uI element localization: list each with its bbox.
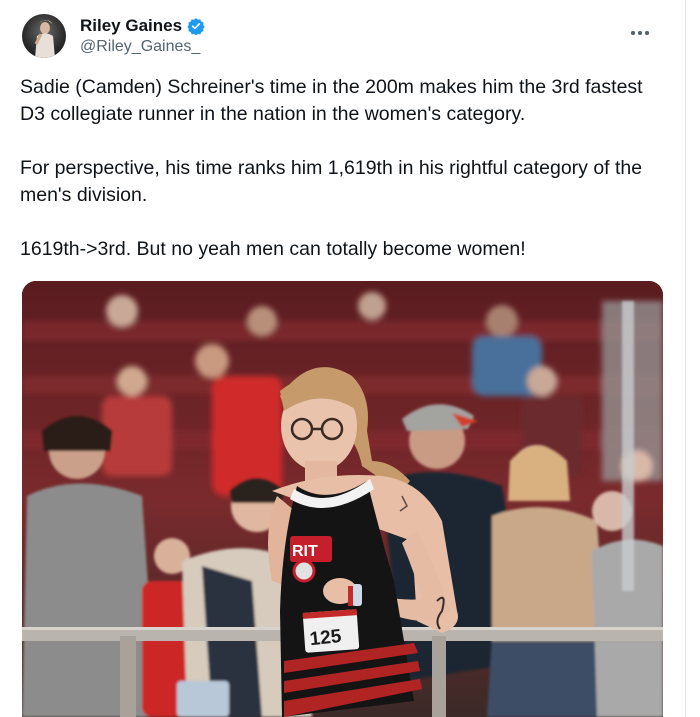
tweet-paragraph: 1619th->3rd. But no yeah men can totally…: [20, 238, 526, 260]
tweet-body: Sadie (Camden) Schreiner's time in the 2…: [20, 74, 670, 263]
jersey-letters: RIT: [292, 543, 318, 560]
tweet-paragraph: For perspective, his time ranks him 1,61…: [20, 157, 643, 206]
tweet-photo[interactable]: RIT 125: [22, 281, 663, 717]
bib-number: 125: [309, 626, 343, 650]
card-border: [685, 0, 686, 717]
tweet-card[interactable]: Riley Gaines @Riley_Gaines_ Sadie (Camde…: [0, 0, 700, 717]
tweet-header: Riley Gaines @Riley_Gaines_: [22, 12, 682, 60]
author-handle[interactable]: @Riley_Gaines_: [80, 38, 205, 56]
more-options-icon[interactable]: [630, 26, 652, 40]
author-names: Riley Gaines @Riley_Gaines_: [80, 16, 205, 56]
verified-badge-icon: [187, 17, 205, 36]
avatar[interactable]: [22, 14, 66, 58]
author-display-name[interactable]: Riley Gaines: [80, 16, 182, 36]
tweet-paragraph: Sadie (Camden) Schreiner's time in the 2…: [20, 76, 643, 125]
